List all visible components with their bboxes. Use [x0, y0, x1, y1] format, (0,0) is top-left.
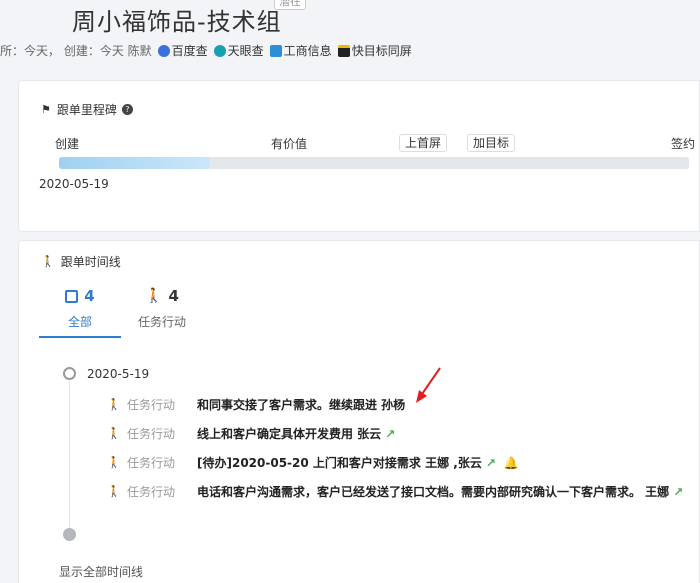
walking-icon: 🚶	[107, 398, 121, 411]
timeline-date: 2020-5-19	[87, 367, 150, 381]
walking-icon: 🚶	[107, 485, 121, 498]
timeline-entry: 🚶 任务行动 和同事交接了客户需求。继续跟进 孙杨	[107, 398, 406, 412]
timeline-entry: 🚶 任务行动 电话和客户沟通需求，客户已经发送了接口文档。需要内部研究确认一下客…	[107, 484, 684, 500]
tianyancha-link[interactable]: 天眼查	[213, 42, 264, 59]
timeline-card: 🚶 跟单时间线 4 全部 🚶 4 任务行动 2020-5-19 🚶 任务行动 和…	[18, 240, 700, 583]
baidu-link[interactable]: 百度查	[157, 42, 208, 59]
timeline-node	[63, 367, 76, 380]
milestone-progress-bar	[59, 157, 689, 169]
stage-valuable: 有价值	[271, 137, 308, 151]
external-link-icon[interactable]: ↗	[385, 427, 395, 441]
page-title: 周小福饰品-技术组	[72, 8, 282, 36]
walking-icon: 🚶	[107, 427, 121, 440]
help-icon[interactable]: ?	[121, 104, 133, 115]
timeline-heading: 🚶 跟单时间线	[41, 255, 121, 269]
timeline-line	[69, 381, 70, 531]
milestone-progress-fill	[59, 157, 211, 169]
timeline-end-node	[63, 528, 76, 541]
timeline-entry: 🚶 任务行动 线上和客户确定具体开发费用 张云 ↗	[107, 426, 396, 442]
stage-add-target[interactable]: 加目标	[467, 134, 516, 152]
external-link-icon[interactable]: ↗	[486, 456, 496, 470]
milestone-heading: ⚑ 跟单里程碑 ?	[41, 101, 133, 118]
screen-icon	[337, 44, 350, 57]
shield-icon	[269, 44, 282, 57]
tianyancha-icon	[213, 44, 226, 57]
milestone-card: ⚑ 跟单里程碑 ? 创建 有价值 上首屏 加目标 签约 2020-05-19	[18, 80, 700, 232]
baidu-icon	[157, 44, 170, 57]
list-icon	[65, 289, 79, 303]
bell-icon[interactable]: 🔔	[504, 456, 519, 470]
meta-text: 所：今天， 创建：今天 陈默	[0, 44, 152, 58]
meta-bar: 所：今天， 创建：今天 陈默 百度查 天眼查 工商信息 快目标同屏	[0, 42, 412, 59]
milestone-stages: 创建 有价值 上首屏 加目标 签约	[19, 134, 699, 153]
walking-icon: 🚶	[41, 255, 55, 268]
tab-all[interactable]: 4 全部	[39, 285, 121, 338]
show-all-timeline-link[interactable]: 显示全部时间线	[59, 563, 143, 580]
tab-task-action[interactable]: 🚶 4 任务行动	[121, 285, 203, 338]
status-tag: 潜在	[274, 0, 306, 10]
milestone-date: 2020-05-19	[39, 177, 109, 191]
annotation-arrow	[416, 367, 441, 403]
timeline-entry: 🚶 任务行动 [待办]2020-05-20 上门和客户对接需求 王娜 ,张云 ↗…	[107, 455, 519, 471]
business-info-link[interactable]: 工商信息	[269, 42, 332, 59]
same-screen-link[interactable]: 快目标同屏	[337, 42, 412, 59]
external-link-icon[interactable]: ↗	[673, 485, 683, 499]
stage-first-screen[interactable]: 上首屏	[399, 134, 448, 152]
timeline-tabs: 4 全部 🚶 4 任务行动	[39, 285, 203, 338]
flag-icon: ⚑	[41, 103, 51, 116]
stage-signed: 签约	[671, 137, 696, 151]
stage-created: 创建	[55, 137, 80, 151]
walking-icon: 🚶	[107, 456, 121, 469]
walking-icon: 🚶	[145, 288, 163, 304]
